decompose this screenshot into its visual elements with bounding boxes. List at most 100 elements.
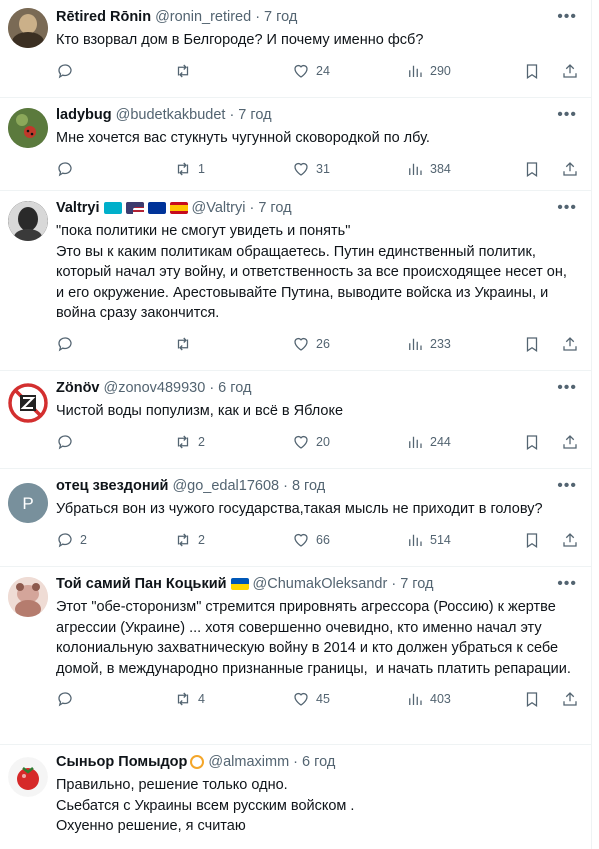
reply-button[interactable] [56,160,174,178]
share-icon[interactable] [561,433,579,451]
more-icon[interactable]: ••• [557,199,577,217]
avatar[interactable] [8,108,48,148]
avatar[interactable] [8,383,48,423]
like-button[interactable]: 20 [292,433,410,451]
views-icon [409,163,422,175]
more-icon[interactable]: ••• [557,8,577,26]
like-button[interactable]: 66 [292,531,410,549]
tweet-text: Этот "обе-сторонизм" стремится приро­вня… [56,599,571,677]
display-name[interactable]: Valtryi [56,200,100,216]
bookmark-icon[interactable] [523,62,541,80]
share-icon[interactable] [561,160,579,178]
timestamp[interactable]: 7 год [238,107,271,123]
views-button[interactable]: 290 [406,62,451,80]
handle[interactable]: @ronin_retired [155,9,251,25]
views-icon [409,65,422,77]
retweet-button[interactable]: 2 [174,433,292,451]
views-button[interactable]: 244 [406,433,451,451]
tweet-text: Кто взорвал дом в Белгороде? И почему им… [56,32,424,48]
retweet-button[interactable]: 2 [174,531,292,549]
tweet[interactable]: Zönöv @zonov489930 · 6 год ••• Чистой во… [0,371,591,469]
badge-icon [190,755,205,769]
retweet-button[interactable] [174,335,292,353]
retweet-button[interactable]: 4 [174,690,292,708]
tweet[interactable]: Valtryi @Valtryi · 7 год ••• "пока полит… [0,191,591,371]
timestamp[interactable]: 7 год [264,9,297,25]
bookmark-icon[interactable] [523,335,541,353]
tweet[interactable]: Той самий Пан Коцький @ChumakOleksandr ·… [0,567,591,745]
separator-dot: · [255,9,261,25]
display-name[interactable]: отец звездоний [56,478,168,494]
flag-emojis [103,202,188,214]
views-icon [409,436,422,448]
display-name[interactable]: Zönöv [56,380,100,396]
retweet-button[interactable]: 1 [174,160,292,178]
tweet-text: "пока политики не смогут увидеть и понят… [56,223,567,321]
share-icon[interactable] [561,531,579,549]
heart-icon [294,533,308,547]
reply-button[interactable] [56,690,174,708]
avatar[interactable] [8,577,48,617]
retweet-icon [177,64,189,77]
action-bar: 26 233 [56,324,577,364]
separator-dot: · [391,576,397,592]
handle[interactable]: @Valtryi [192,200,246,216]
views-button[interactable]: 233 [406,335,451,353]
handle[interactable]: @ChumakOleksandr [253,576,388,592]
bookmark-icon[interactable] [523,531,541,549]
handle[interactable]: @zonov489930 [104,380,206,396]
like-button[interactable]: 45 [292,690,410,708]
tweet-header: отец звездоний @go_edal17608 · 8 год [56,475,577,497]
views-count: 403 [430,692,451,706]
avatar-image [8,383,48,423]
display-name[interactable]: Той самий Пан Коцький [56,576,227,592]
more-icon[interactable]: ••• [557,106,577,124]
display-name[interactable]: ladybug [56,107,112,123]
handle[interactable]: @almaximm [208,754,289,770]
display-name[interactable]: Сыньор Помыдор [56,754,187,770]
tweet[interactable]: Сыньор Помыдор @almaximm · 6 год Правиль… [0,745,591,849]
views-button[interactable]: 384 [406,160,451,178]
tweet[interactable]: Rētired Rōnin @ronin_retired · 7 год •••… [0,0,591,98]
timestamp[interactable]: 7 год [258,200,291,216]
avatar[interactable] [8,8,48,48]
reply-button[interactable] [56,62,174,80]
tweet-text: Мне хочется вас стукнуть чугунной сковор… [56,130,430,146]
share-icon[interactable] [561,62,579,80]
handle[interactable]: @budetkakbudet [116,107,226,123]
views-button[interactable]: 403 [406,690,451,708]
avatar[interactable] [8,201,48,241]
retweet-button[interactable] [174,62,292,80]
avatar[interactable]: P [8,483,48,523]
more-icon[interactable]: ••• [557,379,577,397]
reply-count: 2 [80,532,87,547]
avatar[interactable] [8,757,48,797]
bookmark-icon[interactable] [523,160,541,178]
like-button[interactable]: 26 [292,335,410,353]
flag-emojis [230,578,249,590]
like-button[interactable]: 31 [292,160,410,178]
handle[interactable]: @go_edal17608 [172,478,279,494]
like-count: 26 [316,336,330,351]
like-button[interactable]: 24 [292,62,410,80]
reply-button[interactable] [56,335,174,353]
separator-dot: · [249,200,255,216]
timestamp[interactable]: 8 год [292,478,325,494]
share-icon[interactable] [561,335,579,353]
timestamp[interactable]: 6 год [218,380,251,396]
timestamp[interactable]: 7 год [400,576,433,592]
more-icon[interactable]: ••• [557,477,577,495]
retweet-icon [177,533,189,546]
bookmark-icon[interactable] [523,433,541,451]
tweet[interactable]: P отец звездоний @go_edal17608 · 8 год •… [0,469,591,567]
display-name[interactable]: Rētired Rōnin [56,9,151,25]
bookmark-icon[interactable] [523,690,541,708]
timestamp[interactable]: 6 год [302,754,335,770]
tweet[interactable]: ladybug @budetkakbudet · 7 год ••• Мне х… [0,98,591,191]
reply-button[interactable]: 2 [56,531,174,549]
reply-button[interactable] [56,433,174,451]
share-icon[interactable] [561,690,579,708]
views-button[interactable]: 514 [406,531,451,549]
more-icon[interactable]: ••• [557,575,577,593]
heart-icon [294,692,308,706]
